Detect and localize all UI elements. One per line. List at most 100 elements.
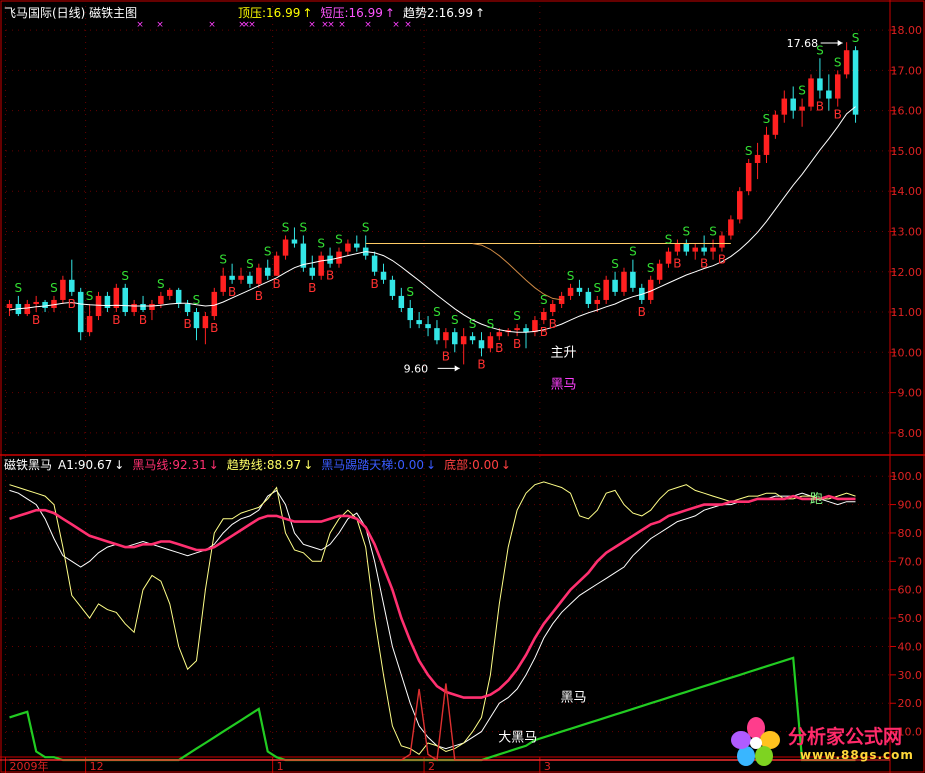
candle-body — [380, 271, 387, 280]
watermark-url: www.88gs.com — [800, 748, 914, 762]
candle-body — [683, 243, 690, 252]
signal-cross-marker: × — [404, 20, 412, 30]
candle-body — [781, 98, 788, 115]
indicator-2: 趋势2:16.99 — [402, 6, 473, 20]
buy-signal-marker: B — [112, 313, 120, 327]
candle-body — [452, 332, 458, 345]
candle-body — [229, 275, 235, 280]
candle-body — [834, 74, 841, 99]
candle-body — [701, 247, 707, 252]
signal-cross-marker: × — [136, 20, 144, 30]
buy-signal-marker: B — [273, 277, 281, 291]
short-pressure-curve — [472, 243, 562, 301]
buy-signal-marker: B — [549, 317, 557, 331]
sell-signal-marker: S — [683, 225, 691, 239]
candle-body — [576, 287, 583, 292]
candle-body — [42, 301, 48, 308]
candle-body — [799, 106, 805, 111]
buy-signal-marker: B — [540, 325, 548, 339]
sell-signal-marker: S — [433, 305, 441, 319]
y-tick-label: 40.0 — [898, 640, 923, 653]
sell-signal-marker: S — [121, 269, 129, 283]
stock-chart: 8.009.0010.0011.0012.0013.0014.0015.0016… — [0, 0, 925, 773]
buy-signal-marker: B — [477, 357, 485, 371]
signal-cross-marker: × — [338, 20, 346, 30]
indicator-arrow-icon: ↓ — [426, 458, 437, 472]
candle-body — [656, 263, 663, 280]
sell-signal-marker: S — [745, 144, 753, 158]
annotation-arrowhead — [454, 365, 460, 372]
y-tick-label: 8.00 — [898, 427, 923, 440]
candle-body — [371, 255, 378, 272]
candle-body — [167, 289, 173, 296]
sell-signal-marker: S — [157, 277, 165, 291]
candle-body — [345, 243, 351, 252]
sell-signal-marker: S — [487, 317, 495, 331]
buy-signal-marker: B — [228, 285, 236, 299]
y-tick-label: 90.0 — [898, 499, 923, 512]
candle-body — [309, 267, 316, 276]
oscillator-series-2 — [9, 494, 856, 699]
annotation-label: 黑马 — [551, 378, 577, 393]
annotation-arrowhead — [837, 39, 843, 46]
candle-body — [826, 90, 832, 99]
candle-body — [77, 291, 84, 333]
candle-body — [567, 287, 574, 296]
price-annotation: 9.60 — [404, 362, 429, 375]
sell-signal-marker: S — [567, 269, 575, 283]
candle-body — [737, 191, 743, 220]
candle-body — [416, 320, 422, 325]
indicator-arrow-icon: ↓ — [303, 458, 314, 472]
buy-signal-marker: B — [139, 313, 147, 327]
sell-signal-marker: S — [513, 309, 521, 323]
buy-signal-marker: B — [68, 297, 76, 311]
sell-signal-marker: S — [798, 84, 806, 98]
candle-body — [790, 98, 796, 111]
candle-body — [60, 279, 66, 300]
y-tick-label: 15.00 — [891, 145, 923, 158]
candle-body — [692, 247, 698, 252]
candle-body — [24, 303, 31, 315]
sell-signal-marker: S — [335, 233, 343, 247]
candle-body — [175, 289, 182, 304]
y-tick-label: 18.00 — [891, 24, 923, 37]
candle-body — [541, 312, 547, 321]
sell-signal-marker: S — [451, 313, 459, 327]
sell-signal-marker: S — [15, 281, 23, 295]
y-tick-label: 13.00 — [891, 225, 923, 238]
candle-body — [719, 235, 725, 248]
buy-signal-marker: B — [210, 321, 218, 335]
indicator-arrow-icon: ↓ — [114, 458, 125, 472]
candle-body — [808, 78, 814, 107]
candle-body — [202, 316, 209, 329]
candle-body — [247, 275, 253, 284]
candle-body — [532, 320, 538, 333]
candle-body — [131, 303, 137, 313]
signal-cross-marker: × — [364, 20, 372, 30]
oscillator-annotation: 黑马 — [561, 691, 587, 706]
candle-body — [425, 324, 431, 329]
y-tick-label: 14.00 — [891, 185, 923, 198]
candle-body — [264, 267, 271, 276]
candle-body — [754, 154, 761, 163]
sell-signal-marker: S — [709, 225, 717, 239]
candle-body — [6, 303, 13, 308]
candle-body — [710, 247, 716, 252]
buy-signal-marker: B — [700, 257, 708, 271]
indicator-arrow-icon: ↑ — [384, 6, 395, 20]
annotation-label: 主升 — [551, 345, 577, 360]
sell-signal-marker: S — [406, 285, 414, 299]
sell-signal-marker: S — [264, 245, 272, 259]
sell-signal-marker: S — [665, 233, 673, 247]
candle-body — [745, 163, 752, 192]
y-tick-label: 17.00 — [891, 64, 923, 77]
x-tick-label: 2009年 — [9, 759, 48, 773]
candle-body — [594, 299, 601, 304]
signal-cross-marker: × — [308, 20, 316, 30]
candle-body — [852, 50, 859, 115]
candle-body — [282, 239, 289, 256]
candle-body — [407, 308, 413, 321]
buy-signal-marker: B — [370, 277, 378, 291]
signal-cross-marker: × — [392, 20, 400, 30]
candle-body — [220, 275, 226, 292]
